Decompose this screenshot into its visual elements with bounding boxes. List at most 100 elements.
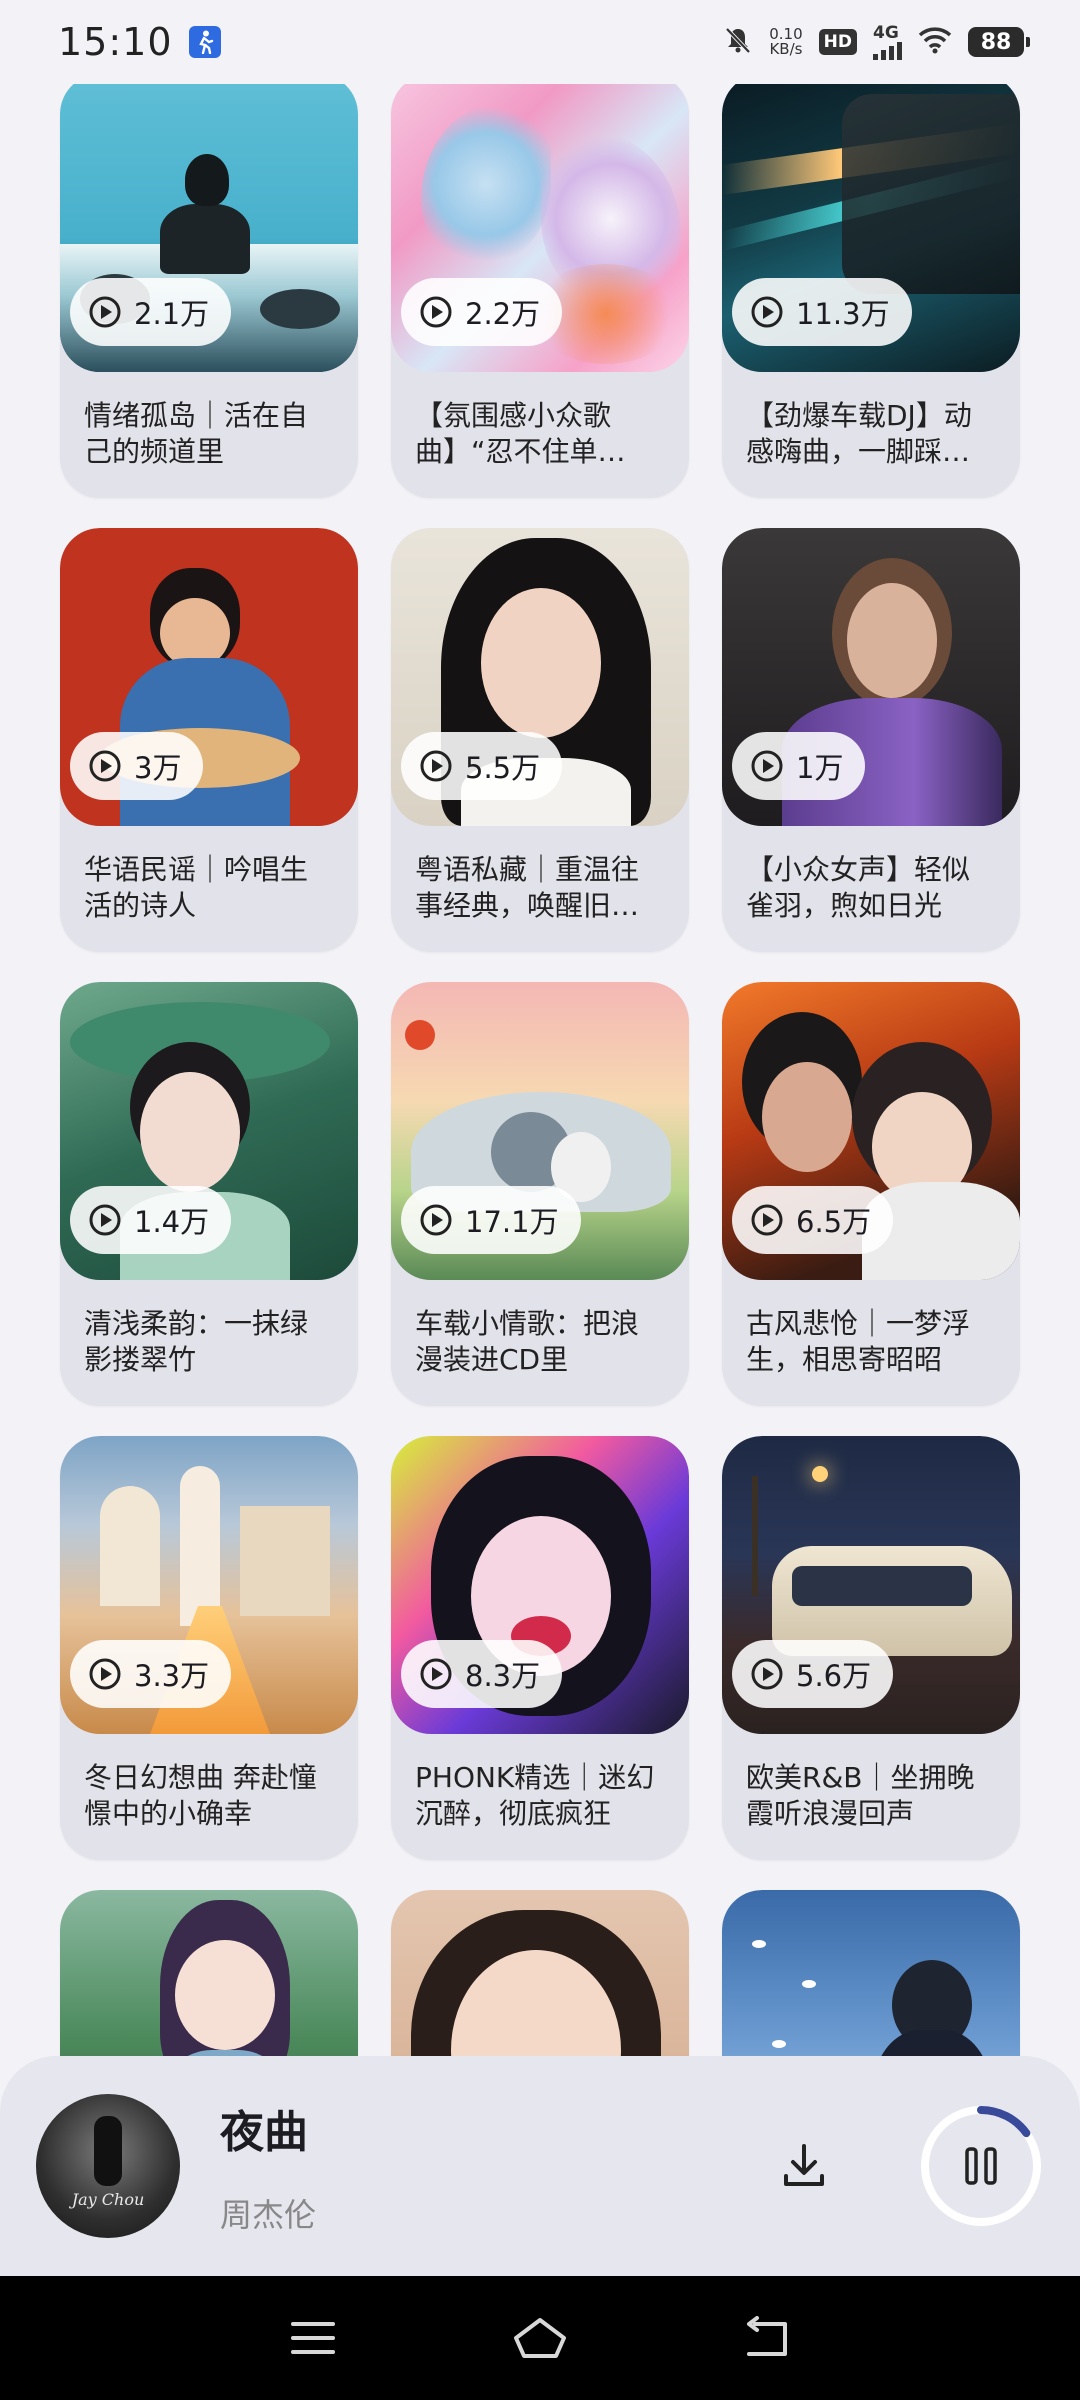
play-count-pill: 5.6万 xyxy=(732,1640,894,1708)
hd-badge: HD xyxy=(818,29,857,55)
playlist-cover: 5.5万 xyxy=(391,528,689,826)
play-count: 3万 xyxy=(134,751,182,785)
play-count-pill: 6.5万 xyxy=(732,1186,894,1254)
download-icon xyxy=(784,2144,824,2186)
play-circle-icon xyxy=(89,750,121,782)
playlist-card[interactable] xyxy=(722,1890,1020,2056)
battery-indicator: 88 xyxy=(968,27,1030,57)
play-count-pill: 2.2万 xyxy=(401,278,563,346)
playlist-title: 情绪孤岛｜活在自己的频道里 xyxy=(84,399,309,468)
playlist-card[interactable]: 17.1万 车载小情歌：把浪漫装进CD里 xyxy=(391,982,689,1406)
play-circle-icon xyxy=(751,1658,783,1690)
playlist-title: 【氛围感小众歌曲】“忍不住单… xyxy=(415,399,626,468)
running-icon xyxy=(188,26,221,58)
play-circle-icon xyxy=(420,750,452,782)
play-count-pill: 3万 xyxy=(70,732,204,800)
playlist-cover: 17.1万 xyxy=(391,982,689,1280)
play-count: 2.1万 xyxy=(134,297,210,331)
play-count-pill: 11.3万 xyxy=(732,278,912,346)
playlist-card[interactable]: 1.4万 清浅柔韵：一抹绿影搂翠竹 xyxy=(60,982,358,1406)
playlist-cover: 3万 xyxy=(60,528,358,826)
pause-button[interactable] xyxy=(918,2103,1044,2229)
pause-icon xyxy=(965,2147,997,2185)
playlist-cover: 8.3万 xyxy=(391,1436,689,1734)
play-count: 8.3万 xyxy=(465,1659,541,1693)
play-count: 5.6万 xyxy=(796,1659,872,1693)
status-icons: 0.10 KB/s HD 4G 88 xyxy=(723,22,1030,60)
playlist-cover: 11.3万 xyxy=(722,84,1020,372)
playlist-title: 古风悲怆｜一梦浮生，相思寄昭昭 xyxy=(746,1307,971,1376)
playlist-title: 清浅柔韵：一抹绿影搂翠竹 xyxy=(84,1307,309,1376)
playlist-card[interactable]: 1万 【小众女声】轻似雀羽，煦如日光 xyxy=(722,528,1020,952)
play-circle-icon xyxy=(751,296,783,328)
now-playing-info[interactable]: 夜曲 周杰伦 xyxy=(220,2096,316,2236)
playlist-title: 【小众女声】轻似雀羽，煦如日光 xyxy=(746,853,971,922)
playlist-card[interactable]: 6.5万 古风悲怆｜一梦浮生，相思寄昭昭 xyxy=(722,982,1020,1406)
wifi-icon xyxy=(918,26,952,58)
net-speed: 0.10 KB/s xyxy=(769,27,802,57)
playlist-card[interactable]: 3万 华语民谣｜吟唱生活的诗人 xyxy=(60,528,358,952)
play-count-pill: 5.5万 xyxy=(401,732,563,800)
playlist-card[interactable]: 5.6万 欧美R&B｜坐拥晚霞听浪漫回声 xyxy=(722,1436,1020,1860)
playlist-title: 车载小情歌：把浪漫装进CD里 xyxy=(415,1307,640,1376)
playlist-cover: 3.3万 xyxy=(60,1436,358,1734)
playlist-card[interactable]: 2.2万 【氛围感小众歌曲】“忍不住单… xyxy=(391,84,689,498)
play-circle-icon xyxy=(751,750,783,782)
playlist-card[interactable] xyxy=(391,1890,689,2056)
playlist-title: 冬日幻想曲 奔赴憧憬中的小确幸 xyxy=(84,1761,317,1830)
playlist-card[interactable]: 3.3万 冬日幻想曲 奔赴憧憬中的小确幸 xyxy=(60,1436,358,1860)
playlist-card[interactable] xyxy=(60,1890,358,2056)
album-art-text: Jay Chou xyxy=(71,2190,145,2209)
play-count: 11.3万 xyxy=(796,297,890,331)
play-circle-icon xyxy=(89,1658,121,1690)
playlist-card[interactable]: 2.1万 情绪孤岛｜活在自己的频道里 xyxy=(60,84,358,498)
system-navigation-bar xyxy=(0,2276,1080,2400)
playlist-card[interactable]: 8.3万 PHONK精选｜迷幻沉醉，彻底疯狂 xyxy=(391,1436,689,1860)
status-bar: 15:10 0.10 KB/s HD 4G 88 xyxy=(0,0,1080,84)
playlist-title: PHONK精选｜迷幻沉醉，彻底疯狂 xyxy=(415,1761,655,1830)
play-circle-icon xyxy=(89,296,121,328)
now-playing-album-art[interactable]: Jay Chou xyxy=(36,2094,180,2238)
play-count-pill: 1万 xyxy=(732,732,866,800)
playlist-cover: 1万 xyxy=(722,528,1020,826)
home-icon xyxy=(513,2318,566,2358)
play-count-pill: 17.1万 xyxy=(401,1186,581,1254)
mini-player[interactable]: Jay Chou 夜曲 周杰伦 xyxy=(0,2056,1080,2276)
playlist-title: 【劲爆车载DJ】动感嗨曲，一脚踩… xyxy=(746,399,972,468)
mute-bell-icon xyxy=(723,25,753,59)
playlist-cover: 2.2万 xyxy=(391,84,689,372)
status-time: 15:10 xyxy=(58,20,173,64)
play-count: 2.2万 xyxy=(465,297,541,331)
play-count: 5.5万 xyxy=(465,751,541,785)
cellular-signal-icon: 4G xyxy=(873,22,902,60)
playlist-card[interactable]: 11.3万 【劲爆车载DJ】动感嗨曲，一脚踩… xyxy=(722,84,1020,498)
back-button[interactable] xyxy=(727,2298,807,2378)
playlist-cover: 6.5万 xyxy=(722,982,1020,1280)
network-type-label: 4G xyxy=(873,22,899,43)
playlist-card[interactable]: 5.5万 粤语私藏｜重温往事经典，唤醒旧… xyxy=(391,528,689,952)
play-count-pill: 3.3万 xyxy=(70,1640,232,1708)
menu-button[interactable] xyxy=(273,2298,353,2378)
download-button[interactable] xyxy=(764,2126,844,2206)
play-circle-icon xyxy=(751,1204,783,1236)
playlist-title: 华语民谣｜吟唱生活的诗人 xyxy=(84,853,309,922)
playlist-cover: 1.4万 xyxy=(60,982,358,1280)
home-button[interactable] xyxy=(500,2298,580,2378)
play-count-pill: 2.1万 xyxy=(70,278,232,346)
menu-icon xyxy=(291,2322,336,2354)
playlist-cover: 2.1万 xyxy=(60,84,358,372)
play-circle-icon xyxy=(420,1204,452,1236)
playlist-grid: 2.1万 情绪孤岛｜活在自己的频道里 2.2万 【氛围感小众歌曲】“忍不住单… xyxy=(60,84,1020,2056)
play-circle-icon xyxy=(89,1204,121,1236)
playlist-cover xyxy=(722,1890,1020,2056)
play-count: 1.4万 xyxy=(134,1205,210,1239)
playlist-cover: 5.6万 xyxy=(722,1436,1020,1734)
playlist-scroll-area[interactable]: 2.1万 情绪孤岛｜活在自己的频道里 2.2万 【氛围感小众歌曲】“忍不住单… xyxy=(0,84,1080,2056)
net-speed-unit: KB/s xyxy=(769,40,803,58)
play-circle-icon xyxy=(420,1658,452,1690)
playlist-cover xyxy=(60,1890,358,2056)
play-count: 3.3万 xyxy=(134,1659,210,1693)
playlist-title: 欧美R&B｜坐拥晚霞听浪漫回声 xyxy=(746,1761,975,1830)
now-playing-artist: 周杰伦 xyxy=(220,2196,317,2234)
play-count: 1万 xyxy=(796,751,844,785)
